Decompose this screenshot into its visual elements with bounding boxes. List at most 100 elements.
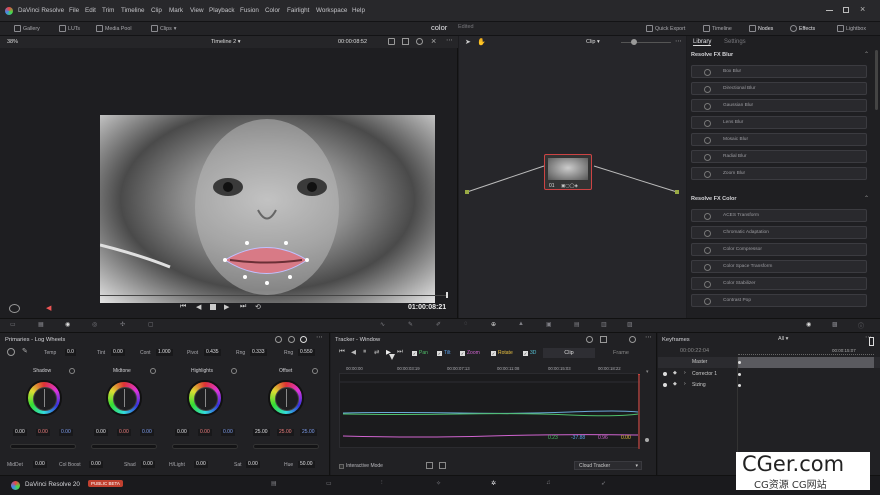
timeline-button[interactable]: Timeline [703,25,732,32]
color-node[interactable]: 01 ▣▢◯◈ [544,154,592,190]
blur-icon[interactable]: ▣ [546,321,552,328]
crosshair-icon[interactable] [586,336,593,343]
param-pivot-value[interactable]: 0.435 [204,349,221,356]
param-shad-value[interactable]: 0.00 [141,461,155,468]
track-row-corrector[interactable]: ◆ › Corrector 1 [658,369,880,380]
midtone-value-r[interactable]: 0.00 [117,429,131,436]
color-warper-icon[interactable]: ✎ [408,321,413,328]
check-zoom[interactable]: ✓ Zoom [460,350,480,356]
window-close-icon[interactable]: × [860,4,865,14]
fx-item-chromatic-adaptation[interactable]: Chromatic Adaptation [691,226,867,239]
tracker-graph[interactable]: 0.23 -37.88 0.96 0.00 [339,373,640,449]
param-colboost-value[interactable]: 0.00 [89,461,103,468]
motion-effects-icon[interactable]: ▢ [148,321,154,328]
param-tint-value[interactable]: 0.00 [111,349,125,356]
param-rng2-value[interactable]: 0.550 [298,349,315,356]
playhead-marker[interactable] [446,292,448,298]
reset-icon[interactable] [150,368,156,374]
cloud-tracker-select[interactable]: Cloud Tracker ▾ [574,461,642,470]
param-middet-value[interactable]: 0.00 [33,461,47,468]
offset-value-r[interactable]: 25.00 [277,429,294,436]
fx-item-aces-transform[interactable]: ACES Transform [691,209,867,222]
param-temp-value[interactable]: 0.0 [65,349,76,356]
tab-frame[interactable]: Frame [595,348,647,358]
menu-playback[interactable]: Playback [209,7,235,14]
more-options-icon[interactable]: ⋯ [645,333,652,341]
magic-mask-icon[interactable]: ▲ [518,321,524,327]
expand-icon[interactable]: › [684,381,686,387]
shadow-wheel[interactable] [26,380,62,416]
bars-mode-icon[interactable] [288,336,295,343]
keyframe-marker[interactable] [738,361,741,364]
close-icon[interactable]: × [431,36,436,46]
offset-value-b[interactable]: 25.00 [300,429,317,436]
expand-icon[interactable]: › [684,370,686,376]
nodes-button[interactable]: Nodes [749,25,773,32]
check-3d[interactable]: ✓ 3D [523,350,536,356]
quick-export-button[interactable]: Quick Export [646,25,685,32]
fx-item-gaussian-blur[interactable]: Gaussian Blur [691,99,867,112]
reset-icon[interactable] [69,368,75,374]
track-step-forward-button[interactable]: ⏭ [397,348,403,356]
highlights-wheel[interactable] [187,380,223,416]
viewer-options-icon[interactable] [388,38,395,45]
track-step-back-button[interactable]: ◀ [351,348,356,356]
gallery-button[interactable]: Gallery [14,25,40,32]
page-deliver-icon[interactable]: ➶ [601,480,606,487]
scroll-handle[interactable] [645,438,649,442]
window-minimize-icon[interactable] [826,10,833,11]
shadow-value-y[interactable]: 0.00 [13,429,27,436]
rgb-mixer-icon[interactable]: ✣ [120,321,125,328]
fx-item-contrast-pop[interactable]: Contrast Pop [691,294,867,307]
visibility-dot-icon[interactable] [663,383,667,387]
keyframe-filter-select[interactable]: All ▾ [778,336,788,342]
offset-wheel[interactable] [268,380,304,416]
check-tilt[interactable]: ✓ Tilt [437,350,450,356]
param-rng-value[interactable]: 0.333 [250,349,267,356]
stop-button[interactable] [210,304,216,310]
menu-help[interactable]: Help [352,7,365,14]
page-cut-icon[interactable]: ▭ [326,480,332,487]
window-maximize-icon[interactable] [843,7,849,13]
audio-mute-icon[interactable]: ◀ [46,304,51,312]
track-row-sizing[interactable]: ◆ › Sizing [658,380,880,391]
highlights-master-slider[interactable] [172,444,238,449]
info-icon[interactable]: ⓘ [858,321,864,330]
track-reverse-button[interactable]: ⏮ [339,348,345,356]
keyframe-playhead[interactable] [869,337,874,346]
library-scrollbar[interactable] [875,50,878,110]
set-point-icon[interactable] [439,462,446,469]
param-sat-value[interactable]: 0.00 [246,461,260,468]
midtone-value-y[interactable]: 0.00 [94,429,108,436]
offset-value-y[interactable]: 25.00 [253,429,270,436]
lightbox-button[interactable]: Lightbox [837,25,866,32]
param-hue-value[interactable]: 50.00 [298,461,315,468]
fx-item-color-space-transform[interactable]: Color Space Transform [691,260,867,273]
interactive-mode-toggle[interactable]: Interactive Mode [339,463,383,469]
tracker-icon[interactable]: ⊕ [491,321,496,328]
page-media-icon[interactable]: ▤ [271,480,277,487]
effects-button[interactable]: Effects [790,25,815,32]
node-editor[interactable]: ➤ ✋ Clip ▾ ⋯ 01 ▣▢◯◈ [459,36,686,318]
scrub-bar[interactable] [100,295,447,296]
tracker-mode-icon[interactable] [600,336,607,343]
param-hlight-value[interactable]: 0.00 [194,461,208,468]
fx-item-mosaic-blur[interactable]: Mosaic Blur [691,133,867,146]
reset-icon[interactable] [231,368,237,374]
fx-item-lens-blur[interactable]: Lens Blur [691,116,867,129]
collapse-icon[interactable]: ⌃ [864,51,869,58]
midtone-wheel[interactable] [106,380,142,416]
page-color-icon[interactable]: ✲ [491,480,496,487]
clips-button[interactable]: Clips ▾ [151,25,176,32]
luts-button[interactable]: LUTs [59,25,80,32]
tab-clip[interactable]: Clip [543,348,595,358]
highlights-value-b[interactable]: 0.00 [221,429,235,436]
track-stop-button[interactable]: ⏸ [363,348,366,356]
tab-library[interactable]: Library [693,39,712,46]
curves-icon[interactable]: ∿ [380,321,385,328]
zoom-level[interactable]: 38% [7,39,18,45]
shadow-value-r[interactable]: 0.00 [36,429,50,436]
tracker-playhead[interactable] [389,354,395,360]
split-screen-icon[interactable] [402,38,409,45]
3d-icon[interactable]: ▨ [627,321,633,328]
